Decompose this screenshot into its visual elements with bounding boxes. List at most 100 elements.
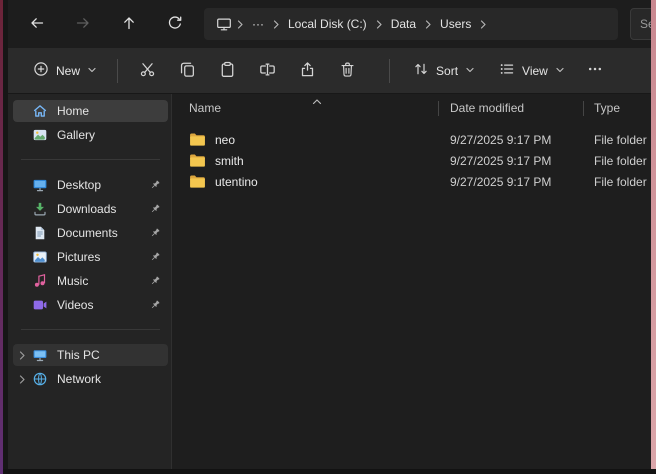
breadcrumb-collapsed[interactable]: ··· [246, 14, 270, 34]
pin-icon [148, 275, 162, 287]
sort-button[interactable]: Sort [403, 54, 485, 88]
this-pc-icon [32, 347, 48, 363]
chevron-right-icon[interactable] [374, 19, 384, 29]
column-header-name[interactable]: Name [172, 101, 438, 115]
share-icon [299, 61, 316, 81]
sidebar-item-music[interactable]: Music [13, 270, 168, 292]
expand-chevron-icon[interactable] [17, 350, 32, 360]
sidebar-item-label: This PC [57, 348, 168, 362]
pin-icon [148, 299, 162, 311]
sidebar-item-documents[interactable]: Documents [13, 222, 168, 244]
screen: ··· Local Disk (C:) Data Users New [0, 0, 656, 474]
window-body: Home Gallery Desktop Downloa [8, 94, 651, 470]
view-button-label: View [522, 64, 548, 78]
chevron-down-icon [87, 64, 97, 78]
column-header-label: Type [594, 101, 620, 115]
cut-icon [139, 61, 156, 81]
file-type: File folder [583, 175, 651, 189]
cut-button[interactable] [127, 54, 167, 88]
chevron-right-icon[interactable] [271, 19, 281, 29]
column-header-label: Name [189, 101, 221, 115]
sidebar-item-gallery[interactable]: Gallery [13, 124, 168, 146]
rename-button[interactable] [247, 54, 287, 88]
sidebar-item-videos[interactable]: Videos [13, 294, 168, 316]
breadcrumb-item-data[interactable]: Data [385, 14, 422, 34]
sidebar-item-label: Music [57, 274, 148, 288]
documents-icon [32, 225, 48, 241]
sidebar-item-label: Network [57, 372, 168, 386]
sidebar-item-pictures[interactable]: Pictures [13, 246, 168, 268]
forward-icon [75, 15, 91, 34]
folder-icon [189, 174, 206, 189]
file-row-neo[interactable]: neo 9/27/2025 9:17 PM File folder [172, 129, 651, 150]
back-icon [29, 15, 45, 34]
column-headers: Name Date modified Type [172, 94, 651, 122]
file-name: neo [215, 133, 235, 147]
desktop-icon [32, 177, 48, 193]
sidebar-item-desktop[interactable]: Desktop [13, 174, 168, 196]
chevron-down-icon [555, 64, 565, 78]
file-rows: neo 9/27/2025 9:17 PM File folder smith … [172, 129, 651, 192]
expand-chevron-icon[interactable] [17, 374, 32, 384]
column-resize-handle[interactable] [438, 101, 439, 116]
sort-icon [413, 61, 429, 80]
toolbar-separator [117, 59, 118, 83]
view-icon [499, 61, 515, 80]
sidebar-item-home[interactable]: Home [13, 100, 168, 122]
chevron-right-icon[interactable] [235, 19, 245, 29]
file-explorer-window: ··· Local Disk (C:) Data Users New [8, 0, 651, 470]
file-date-modified: 9/27/2025 9:17 PM [438, 175, 583, 189]
desktop-edge-left [0, 0, 8, 474]
view-button[interactable]: View [489, 54, 575, 88]
more-icon [587, 61, 603, 80]
file-date-modified: 9/27/2025 9:17 PM [438, 133, 583, 147]
breadcrumb-item-local-disk[interactable]: Local Disk (C:) [282, 14, 373, 34]
column-header-type[interactable]: Type [583, 101, 651, 115]
back-button[interactable] [20, 7, 54, 41]
file-list-pane: Name Date modified Type neo 9/27/2025 9:… [172, 94, 651, 470]
pin-icon [148, 251, 162, 263]
breadcrumb-item-users[interactable]: Users [434, 14, 477, 34]
sort-button-label: Sort [436, 64, 458, 78]
rename-icon [259, 61, 276, 81]
more-button[interactable] [575, 54, 615, 88]
sidebar-item-label: Documents [57, 226, 148, 240]
folder-icon [189, 132, 206, 147]
file-name: smith [215, 154, 244, 168]
sidebar-item-label: Pictures [57, 250, 148, 264]
file-row-utentino[interactable]: utentino 9/27/2025 9:17 PM File folder [172, 171, 651, 192]
toolbar-separator [389, 59, 390, 83]
up-button[interactable] [112, 7, 146, 41]
videos-icon [32, 297, 48, 313]
sidebar-item-this-pc[interactable]: This PC [13, 344, 168, 366]
share-button[interactable] [287, 54, 327, 88]
column-resize-handle[interactable] [583, 101, 584, 116]
chevron-right-icon[interactable] [478, 19, 488, 29]
search-input[interactable] [630, 8, 651, 40]
sidebar-item-label: Home [57, 104, 168, 118]
column-header-date-modified[interactable]: Date modified [438, 101, 583, 115]
address-bar[interactable]: ··· Local Disk (C:) Data Users [204, 8, 618, 40]
forward-button[interactable] [66, 7, 100, 41]
new-button[interactable]: New [22, 54, 108, 88]
file-row-smith[interactable]: smith 9/27/2025 9:17 PM File folder [172, 150, 651, 171]
navigation-bar: ··· Local Disk (C:) Data Users [8, 0, 651, 48]
paste-button[interactable] [207, 54, 247, 88]
sidebar-item-network[interactable]: Network [13, 368, 168, 390]
sidebar-separator [21, 329, 160, 330]
network-icon [32, 371, 48, 387]
delete-button[interactable] [327, 54, 367, 88]
file-type: File folder [583, 133, 651, 147]
column-header-label: Date modified [450, 101, 524, 115]
new-button-label: New [56, 64, 80, 78]
copy-button[interactable] [167, 54, 207, 88]
music-icon [32, 273, 48, 289]
refresh-button[interactable] [158, 7, 192, 41]
downloads-icon [32, 201, 48, 217]
refresh-icon [167, 15, 183, 34]
file-name: utentino [215, 175, 258, 189]
sidebar-item-label: Gallery [57, 128, 168, 142]
chevron-right-icon[interactable] [423, 19, 433, 29]
sidebar-item-downloads[interactable]: Downloads [13, 198, 168, 220]
desktop-edge-bottom [3, 469, 656, 474]
